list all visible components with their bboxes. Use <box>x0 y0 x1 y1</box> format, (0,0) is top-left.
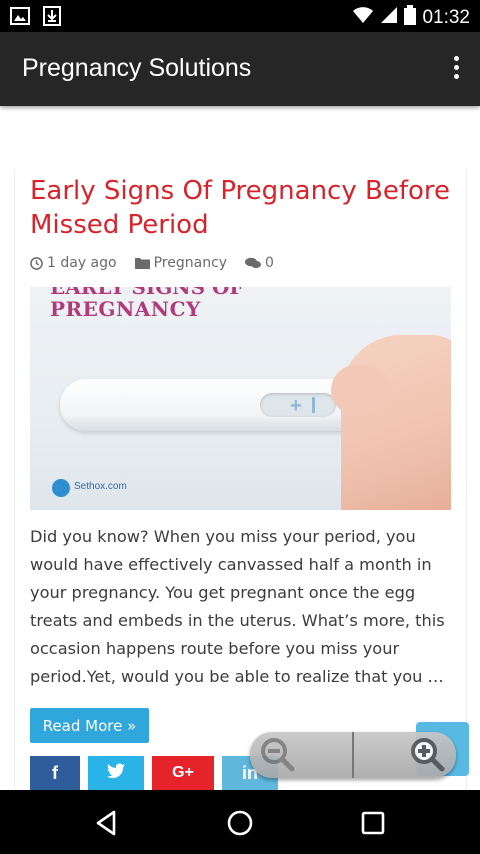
post-category-text: Pregnancy <box>153 255 228 271</box>
card-right-border <box>466 170 467 790</box>
comments-icon <box>245 257 262 269</box>
signal-icon <box>380 6 398 29</box>
battery-icon <box>404 5 417 30</box>
result-line <box>312 397 315 413</box>
post-category[interactable]: Pregnancy <box>134 255 228 271</box>
post-comments[interactable]: 0 <box>245 255 274 271</box>
back-button[interactable] <box>92 808 122 838</box>
facebook-share-button[interactable]: f <box>30 756 80 790</box>
recents-button[interactable] <box>358 808 388 838</box>
read-more-button[interactable]: Read More » <box>30 708 149 743</box>
hand-illustration <box>341 335 451 510</box>
google-plus-share-button[interactable]: G+ <box>152 756 214 790</box>
zoom-control <box>250 732 456 778</box>
back-icon <box>96 810 116 836</box>
post-featured-image[interactable]: EARLY SIGNS OF PREGNANCY + Sethox.com <box>30 287 451 510</box>
image-notification-icon <box>10 6 30 31</box>
thumb-illustration <box>331 365 391 415</box>
wifi-icon <box>352 6 374 29</box>
post-excerpt: Did you know? When you miss your period,… <box>30 527 445 686</box>
post-time: 1 day ago <box>30 255 117 271</box>
recents-icon <box>361 811 385 835</box>
folder-icon <box>134 258 150 269</box>
status-clock: 01:32 <box>422 6 470 28</box>
home-button[interactable] <box>225 808 255 838</box>
post-title-link[interactable]: Early Signs Of Pregnancy Before Missed P… <box>30 174 450 242</box>
zoom-divider <box>352 732 354 778</box>
twitter-share-button[interactable] <box>88 756 144 790</box>
system-nav-bar <box>0 790 480 854</box>
zoom-in-button[interactable] <box>408 735 448 775</box>
image-heading: PREGNANCY <box>50 297 201 321</box>
zoom-in-icon <box>411 738 445 772</box>
post-time-text: 1 day ago <box>47 255 117 271</box>
download-notification-icon <box>42 6 62 31</box>
app-bar: Pregnancy Solutions <box>0 32 480 106</box>
test-result-window: + <box>260 393 336 417</box>
post-comments-count: 0 <box>265 255 274 271</box>
card-left-border <box>14 170 15 790</box>
zoom-out-button[interactable] <box>258 735 298 775</box>
sethox-logo-icon <box>52 479 70 497</box>
plus-sign-icon: + <box>290 395 302 417</box>
overflow-menu-icon[interactable] <box>450 56 462 84</box>
image-logo-text: Sethox.com <box>74 481 127 492</box>
post-meta: 1 day ago Pregnancy 0 <box>30 255 292 271</box>
home-icon <box>227 810 253 836</box>
zoom-out-icon <box>261 738 295 772</box>
twitter-bird-icon <box>107 763 125 778</box>
status-bar: 01:32 <box>0 0 480 32</box>
app-title: Pregnancy Solutions <box>22 54 252 82</box>
clock-icon <box>30 256 43 270</box>
